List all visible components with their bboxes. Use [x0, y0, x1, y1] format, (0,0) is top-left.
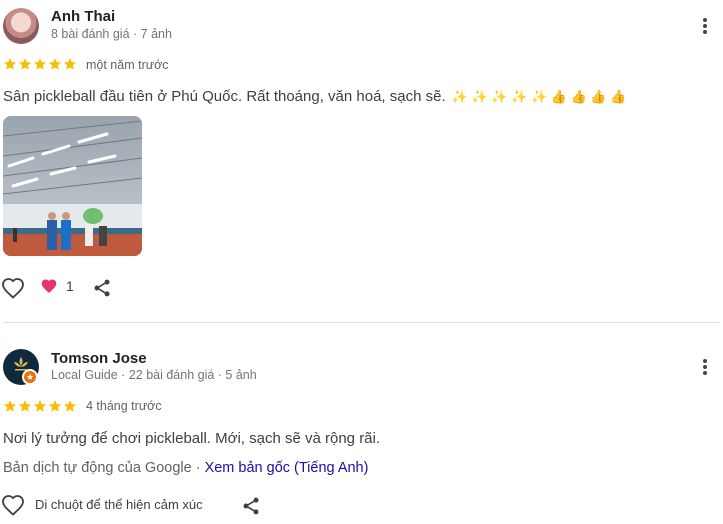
review-time: một năm trước: [86, 58, 169, 72]
like-button[interactable]: [0, 276, 26, 300]
reviewer-name[interactable]: Tomson Jose: [51, 350, 147, 367]
star-icon: [33, 400, 47, 412]
star-icon: [18, 58, 32, 70]
review-text: Sân pickleball đầu tiên ở Phú Quốc. Rất …: [3, 88, 626, 105]
like-button[interactable]: [0, 493, 26, 517]
review-emojis: ✨ ✨ ✨ ✨ ✨ 👍 👍 👍 👍: [451, 89, 627, 104]
star-icon: [63, 58, 77, 70]
heart-outline-icon: [2, 495, 24, 516]
review-time: 4 tháng trước: [86, 399, 162, 413]
more-options-button[interactable]: [697, 357, 713, 377]
reviewer-name[interactable]: Anh Thai: [51, 8, 115, 25]
translation-note: Bản dịch tự động của Google · Xem bản gố…: [3, 460, 368, 476]
more-options-button[interactable]: [697, 16, 713, 36]
reaction-hint: Di chuột để thể hiện cảm xúc: [35, 497, 203, 512]
review-photo[interactable]: [3, 116, 142, 256]
share-icon: [243, 497, 259, 515]
view-original-link[interactable]: Xem bản gốc (Tiếng Anh): [205, 460, 369, 476]
heart-outline-icon: [2, 278, 24, 299]
reviewer-meta: Local Guide · 22 bài đánh giá · 5 ảnh: [51, 368, 257, 382]
star-icon: [18, 400, 32, 412]
review-text-content: Sân pickleball đầu tiên ở Phú Quốc. Rất …: [3, 88, 446, 105]
local-guide-star-icon: ★: [22, 369, 38, 385]
translation-label: Bản dịch tự động của Google ·: [3, 460, 205, 476]
review-text: Nơi lý tưởng để chơi pickleball. Mới, sạ…: [3, 430, 381, 447]
rating-stars: [3, 399, 77, 413]
heart-filled-icon: [41, 279, 57, 293]
reviewer-meta: 8 bài đánh giá · 7 ảnh: [51, 27, 172, 41]
star-icon: [33, 58, 47, 70]
court-photo-image: [3, 116, 142, 256]
like-count-value: 1: [66, 278, 74, 294]
star-icon: [3, 400, 17, 412]
share-button[interactable]: [89, 276, 115, 300]
star-icon: [3, 58, 17, 70]
rating-stars: [3, 57, 77, 71]
review-card: Anh Thai 8 bài đánh giá · 7 ảnh một năm …: [0, 0, 723, 322]
star-icon: [63, 400, 77, 412]
review-divider: [3, 322, 720, 323]
reaction-count[interactable]: 1: [40, 278, 74, 294]
share-icon: [94, 279, 110, 297]
star-icon: [48, 400, 62, 412]
share-button[interactable]: [238, 494, 264, 518]
star-icon: [48, 58, 62, 70]
reviewer-avatar[interactable]: [3, 8, 39, 44]
review-card: ★ Tomson Jose Local Guide · 22 bài đánh …: [0, 342, 723, 524]
